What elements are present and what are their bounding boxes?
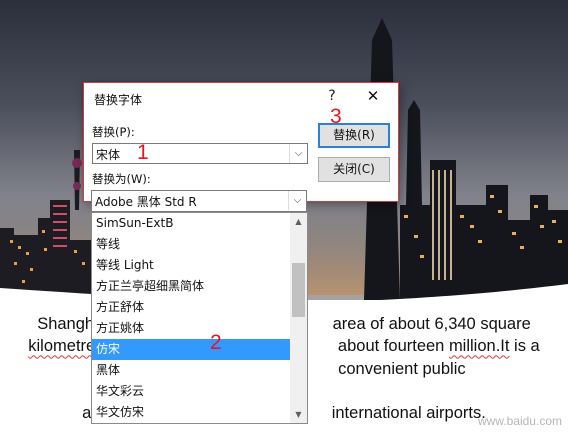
text-run-misspelled: million.It — [448, 337, 510, 356]
scrollbar-thumb[interactable] — [292, 263, 305, 317]
watermark: www.baidu.com — [477, 414, 562, 428]
font-dropdown-list[interactable]: SimSun-ExtB 等线 等线 Light 方正兰亭超细黑简体 方正舒体 方… — [91, 212, 308, 424]
replace-with-combobox[interactable]: Adobe 黑体 Std R ⌵ — [91, 190, 307, 212]
text-run: convenient public — [333, 359, 466, 378]
font-option[interactable]: 方正兰亭超细黑简体 — [92, 276, 290, 297]
font-option[interactable]: 等线 — [92, 234, 290, 255]
text-run: area of about 6,340 square — [328, 315, 531, 333]
dialog-title: 替换字体 — [94, 93, 143, 107]
replace-with-value: Adobe 黑体 Std R — [95, 195, 197, 209]
replace-button[interactable]: 替换(R) — [318, 123, 390, 148]
replace-font-dialog: 替换字体 ? ✕ 替换(P): 宋体 ⌵ 替换为(W): 替换(R) 关闭(C) — [83, 82, 399, 202]
replace-with-label: 替换为(W): — [92, 172, 151, 186]
font-option[interactable]: 方正舒体 — [92, 297, 290, 318]
replace-font-combobox[interactable]: 宋体 ⌵ — [92, 143, 308, 164]
font-option[interactable]: 华文彩云 — [92, 381, 290, 402]
chevron-down-icon[interactable]: ⌵ — [289, 144, 307, 163]
close-button[interactable]: 关闭(C) — [318, 157, 390, 182]
vertical-scrollbar[interactable]: ▲ ▼ — [290, 213, 307, 423]
font-option[interactable]: 等线 Light — [92, 255, 290, 276]
help-button[interactable]: ? — [322, 85, 342, 107]
replace-label: 替换(P): — [92, 125, 135, 139]
step-annotation-3: 3 — [330, 105, 342, 128]
font-option[interactable]: SimSun-ExtB — [92, 213, 290, 234]
replace-font-value: 宋体 — [96, 148, 121, 162]
chevron-down-icon[interactable]: ⌵ — [288, 191, 306, 210]
text-run: international airports. — [331, 404, 486, 423]
step-annotation-2: 2 — [210, 331, 222, 354]
text-run: is a — [509, 337, 540, 356]
font-option[interactable]: 黑体 — [92, 360, 290, 381]
font-option-selected[interactable]: 仿宋 — [92, 339, 290, 360]
text-run-misspelled: kilometre. — [28, 337, 100, 356]
triangle-up-icon[interactable]: ▲ — [290, 213, 307, 230]
text-run: about fourteen — [333, 337, 449, 356]
close-icon[interactable]: ✕ — [360, 85, 386, 107]
font-option[interactable]: 华文仿宋 — [92, 402, 290, 423]
step-annotation-1: 1 — [137, 141, 149, 164]
triangle-down-icon[interactable]: ▼ — [290, 406, 307, 423]
font-option[interactable]: 方正姚体 — [92, 318, 290, 339]
